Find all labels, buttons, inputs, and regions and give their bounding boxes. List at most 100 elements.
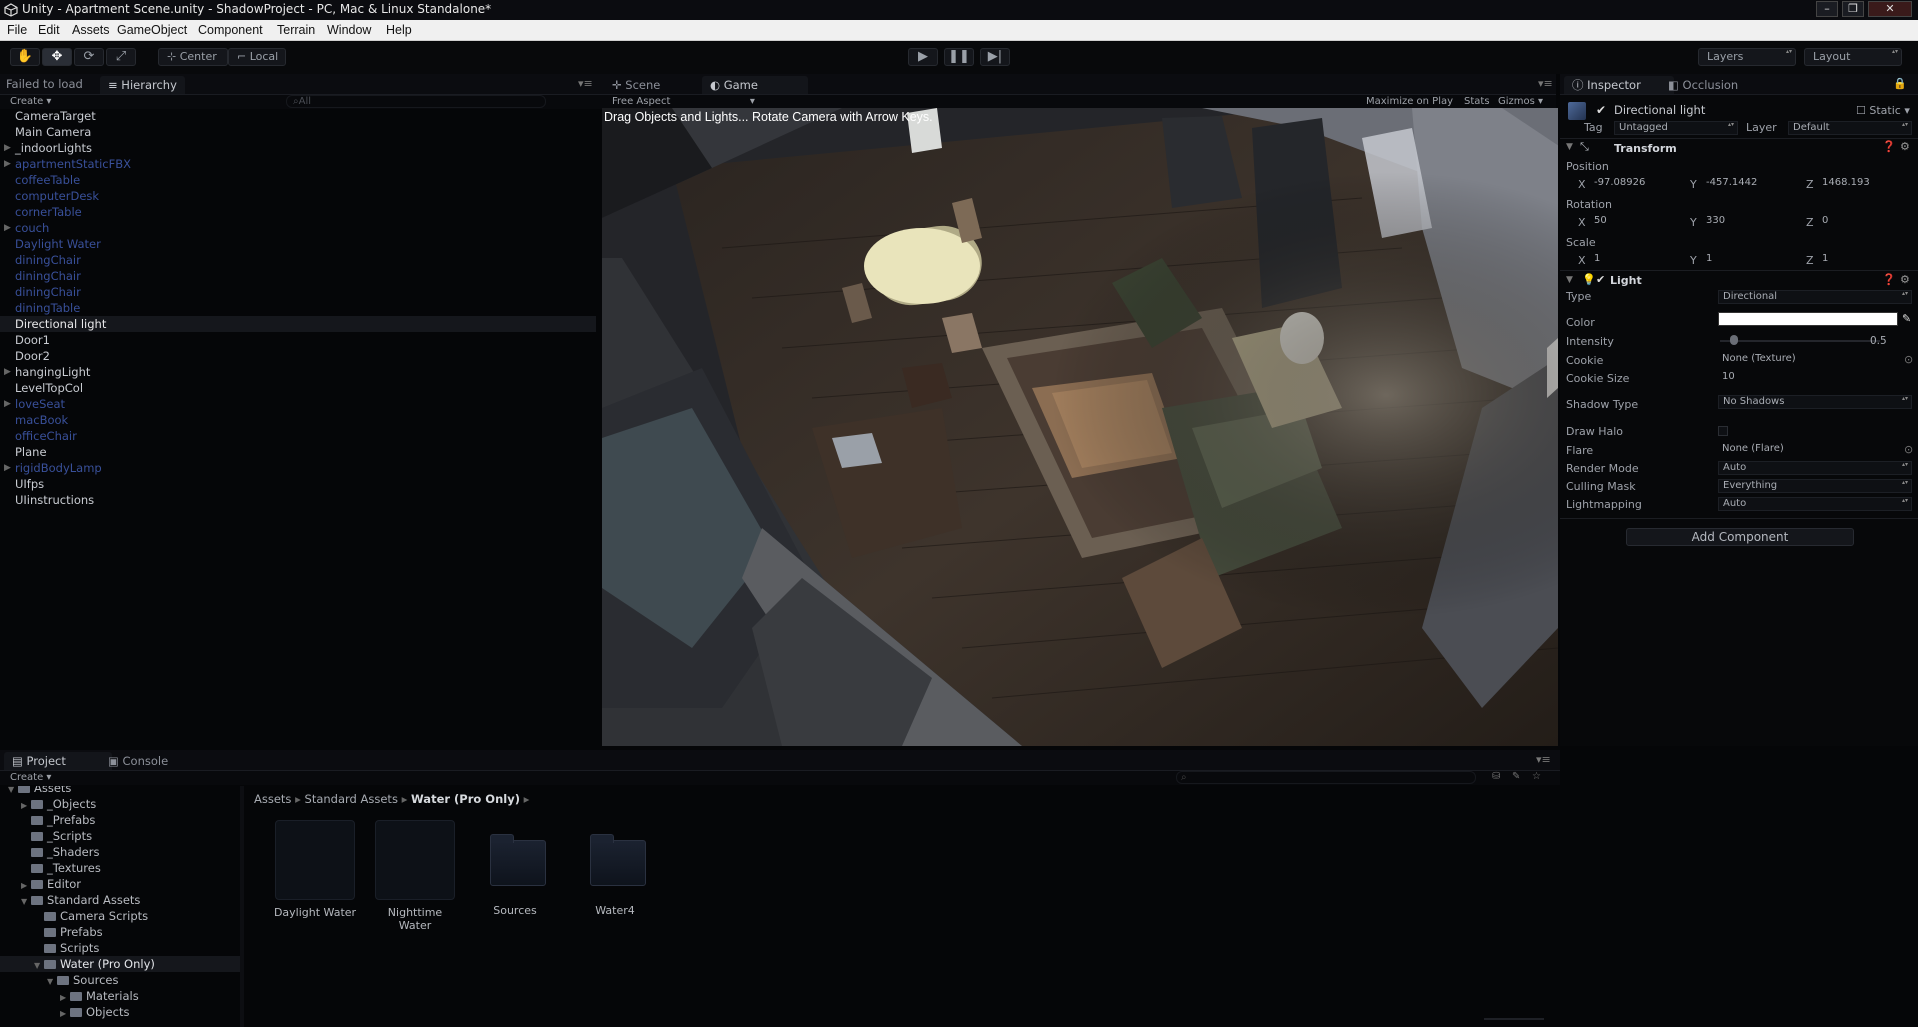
cookie-size-field[interactable]: 10	[1718, 371, 1818, 385]
project-search-input[interactable]: ⌕	[1176, 771, 1476, 784]
project-tree-item[interactable]: _Textures	[0, 860, 240, 876]
hierarchy-item[interactable]: ▶ couch	[0, 220, 596, 236]
add-component-button[interactable]: Add Component	[1626, 528, 1854, 546]
component-gear-icon[interactable]: ⚙	[1900, 140, 1910, 153]
asset-item[interactable]: Water4	[570, 820, 660, 917]
object-name-field[interactable]: Directional light	[1610, 104, 1806, 120]
object-picker-icon[interactable]: ⊙	[1904, 353, 1913, 366]
panel-menu-icon[interactable]: ▾≡	[578, 77, 593, 90]
move-tool-button[interactable]: ✥	[42, 48, 72, 66]
tab-project[interactable]: ▤ Project	[4, 752, 112, 770]
light-color-swatch[interactable]	[1718, 312, 1898, 326]
culling-mask-dropdown[interactable]: Everything	[1718, 479, 1912, 493]
object-picker-icon[interactable]: ⊙	[1904, 443, 1913, 456]
project-tree-item[interactable]: ▼ Sources	[0, 972, 240, 988]
hierarchy-item[interactable]: Main Camera	[0, 124, 596, 140]
expand-arrow-icon[interactable]: ▶	[4, 396, 11, 412]
hierarchy-item[interactable]: computerDesk	[0, 188, 596, 204]
layout-dropdown[interactable]: Layout	[1804, 48, 1902, 66]
light-foldout-arrow[interactable]: ▼	[1566, 275, 1573, 285]
create-dropdown[interactable]: Create ▾	[10, 96, 51, 107]
hierarchy-item[interactable]: diningTable	[0, 300, 596, 316]
expand-arrow-icon[interactable]: ▶	[4, 460, 11, 476]
project-tree-item[interactable]: _Scripts	[0, 828, 240, 844]
position-x-field[interactable]: -97.08926	[1590, 177, 1674, 191]
tab-occlusion[interactable]: ◧ Occlusion	[1660, 76, 1776, 94]
eyedropper-icon[interactable]: ✎	[1902, 312, 1911, 325]
favorite-star-icon[interactable]: ☆	[1532, 771, 1541, 782]
breadcrumb-water[interactable]: Water (Pro Only)	[411, 792, 520, 806]
light-type-dropdown[interactable]: Directional	[1718, 290, 1912, 304]
filter-by-type-icon[interactable]: ⛁	[1492, 771, 1500, 782]
hierarchy-item[interactable]: ▶ hangingLight	[0, 364, 596, 380]
tab-inspector[interactable]: ⓘ Inspector	[1564, 76, 1674, 94]
asset-item[interactable]: Sources	[470, 820, 560, 917]
filter-by-label-icon[interactable]: ✎	[1512, 771, 1520, 782]
expand-arrow-icon[interactable]: ▶	[60, 1006, 70, 1022]
hand-tool-button[interactable]: ✋	[10, 48, 40, 66]
hierarchy-item[interactable]: CameraTarget	[0, 108, 596, 124]
project-tree-item[interactable]: _Shaders	[0, 844, 240, 860]
pivot-local-toggle[interactable]: ⌐ Local	[228, 48, 286, 66]
intensity-slider-track[interactable]	[1720, 340, 1880, 342]
position-y-field[interactable]: -457.1442	[1702, 177, 1786, 191]
hierarchy-item[interactable]: macBook	[0, 412, 596, 428]
project-tree-item[interactable]: Scripts	[0, 940, 240, 956]
scale-x-field[interactable]: 1	[1590, 253, 1674, 267]
rotation-x-field[interactable]: 50	[1590, 215, 1674, 229]
game-render-view[interactable]: Drag Objects and Lights... Rotate Camera…	[602, 108, 1558, 746]
tab-hierarchy[interactable]: ≡ Hierarchy	[100, 76, 185, 94]
hierarchy-item[interactable]: diningChair	[0, 284, 596, 300]
lock-icon[interactable]: 🔒	[1893, 77, 1907, 90]
close-button[interactable]: ✕	[1868, 1, 1912, 17]
active-checkbox[interactable]: ✔	[1596, 103, 1606, 117]
breadcrumb-assets[interactable]: Assets	[254, 792, 291, 806]
cookie-field[interactable]: None (Texture)	[1718, 353, 1902, 367]
menu-window[interactable]: Window	[327, 23, 371, 37]
aspect-dropdown[interactable]: Free Aspect ▾	[612, 96, 755, 107]
project-tree-item[interactable]: ▼ Standard Assets	[0, 892, 240, 908]
hierarchy-item[interactable]: cornerTable	[0, 204, 596, 220]
menu-gameobject[interactable]: GameObject	[117, 23, 187, 37]
pause-button[interactable]: ❚❚	[944, 48, 974, 66]
layers-dropdown[interactable]: Layers	[1698, 48, 1796, 66]
project-create-dropdown[interactable]: Create ▾	[10, 772, 51, 783]
flare-field[interactable]: None (Flare)	[1718, 443, 1902, 457]
project-tree-item[interactable]: ▶ Editor	[0, 876, 240, 892]
rotate-tool-button[interactable]: ⟳	[74, 48, 104, 66]
draw-halo-checkbox[interactable]	[1718, 426, 1728, 436]
help-icon[interactable]: ❓	[1882, 273, 1896, 286]
hierarchy-item[interactable]: Directional light	[0, 316, 596, 332]
hierarchy-item[interactable]: Plane	[0, 444, 596, 460]
maximize-on-play-toggle[interactable]: Maximize on Play	[1366, 96, 1453, 107]
intensity-slider-thumb[interactable]	[1729, 335, 1738, 345]
hierarchy-item[interactable]: diningChair	[0, 252, 596, 268]
lightmapping-dropdown[interactable]: Auto	[1718, 497, 1912, 511]
scale-y-field[interactable]: 1	[1702, 253, 1786, 267]
asset-item[interactable]: Nighttime Water	[370, 820, 460, 932]
tab-console[interactable]: ▣ Console	[100, 752, 204, 770]
shadow-type-dropdown[interactable]: No Shadows	[1718, 395, 1912, 409]
hierarchy-item[interactable]: coffeeTable	[0, 172, 596, 188]
project-tree-item[interactable]: ▼ Water (Pro Only)	[0, 956, 240, 972]
project-tree-item[interactable]: ▶ Materials	[0, 988, 240, 1004]
project-tree-item[interactable]: _Prefabs	[0, 812, 240, 828]
hierarchy-item[interactable]: Door1	[0, 332, 596, 348]
tag-dropdown[interactable]: Untagged	[1614, 121, 1738, 135]
thumbnail-size-slider[interactable]	[1484, 1018, 1544, 1020]
minimize-button[interactable]: –	[1816, 1, 1838, 17]
project-tree-item[interactable]: ▶ Objects	[0, 1004, 240, 1020]
light-enabled-checkbox[interactable]: ✔	[1596, 273, 1605, 286]
hierarchy-item[interactable]: UIinstructions	[0, 492, 596, 508]
hierarchy-item[interactable]: LevelTopCol	[0, 380, 596, 396]
hierarchy-item[interactable]: UIfps	[0, 476, 596, 492]
play-button[interactable]: ▶	[908, 48, 938, 66]
hierarchy-item[interactable]: ▶ _indoorLights	[0, 140, 596, 156]
hierarchy-item[interactable]: Door2	[0, 348, 596, 364]
transform-foldout-arrow[interactable]: ▼	[1566, 142, 1573, 152]
breadcrumb-standard-assets[interactable]: Standard Assets	[305, 792, 398, 806]
hierarchy-item[interactable]: ▶ rigidBodyLamp	[0, 460, 596, 476]
position-z-field[interactable]: 1468.193	[1818, 177, 1912, 191]
hierarchy-item[interactable]: ▶ apartmentStaticFBX	[0, 156, 596, 172]
expand-arrow-icon[interactable]: ▶	[4, 364, 11, 380]
